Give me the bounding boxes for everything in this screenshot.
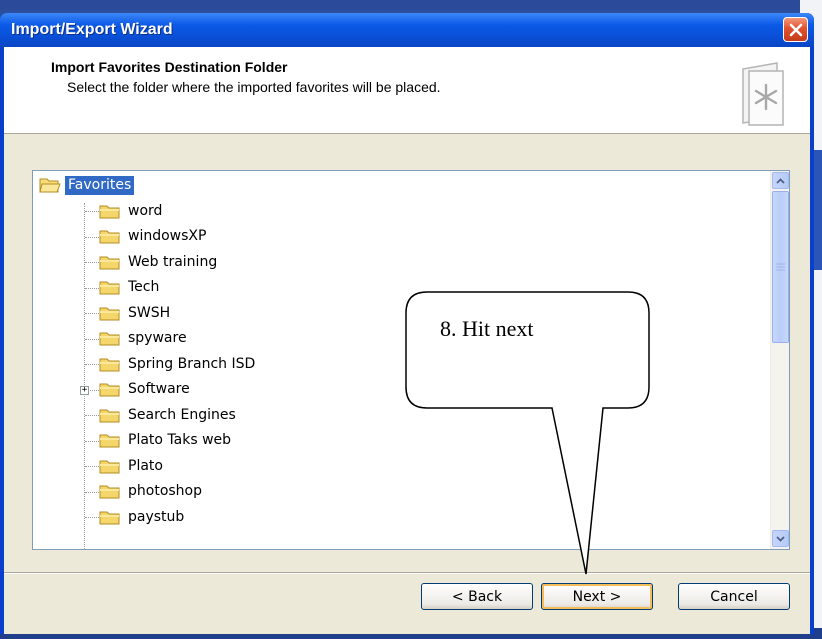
tree-item-label: windowsXP: [128, 228, 207, 244]
vertical-scrollbar[interactable]: [770, 171, 789, 549]
page-subtitle: Select the folder where the imported fav…: [67, 79, 441, 95]
tree-item-label: Spring Branch ISD: [128, 355, 256, 372]
background-window-accent: [814, 150, 822, 270]
chevron-down-icon: [776, 535, 785, 542]
tree-item[interactable]: Software: [99, 379, 193, 401]
grip-icon: [776, 263, 785, 271]
close-button[interactable]: [783, 17, 808, 42]
window-title: Import/Export Wizard: [11, 21, 173, 38]
tree-item-label: photoshop: [128, 483, 202, 499]
tree-item-favorites[interactable]: Favorites: [39, 174, 135, 196]
next-button[interactable]: Next >: [541, 583, 653, 610]
folder-icon: [99, 281, 120, 295]
folder-icon: [99, 485, 120, 499]
title-bar[interactable]: Import/Export Wizard: [0, 13, 814, 47]
tree-item-label: SWSH: [128, 304, 171, 321]
tree-item[interactable]: Tech: [99, 277, 162, 299]
wizard-header: Import Favorites Destination Folder Sele…: [4, 47, 810, 134]
scroll-up-button[interactable]: [772, 172, 789, 189]
tree-item[interactable]: photoshop: [99, 481, 205, 503]
tree-connector: [84, 203, 85, 549]
tree-item[interactable]: Search Engines: [99, 404, 239, 426]
cancel-button[interactable]: Cancel: [678, 583, 790, 610]
tree-item[interactable]: Plato Taks web: [99, 430, 234, 452]
chevron-up-icon: [776, 177, 785, 184]
tree-item[interactable]: Web training: [99, 251, 220, 273]
tree-item-label: Favorites: [65, 175, 135, 195]
tree-item-label: Search Engines: [128, 406, 236, 423]
tree-item-label: Tech: [128, 279, 160, 295]
scroll-thumb[interactable]: [772, 191, 789, 343]
tree-item-label: Plato Taks web: [128, 432, 232, 448]
tree-item-label: spyware: [128, 330, 187, 346]
page-title: Import Favorites Destination Folder: [51, 59, 288, 75]
folder-icon: [99, 434, 120, 448]
tree-item[interactable]: word: [99, 200, 165, 222]
folder-icon: [99, 256, 120, 269]
folder-icon: [99, 358, 120, 371]
tree-list: Favorites word windowsXP Web training Tech S…: [33, 171, 763, 549]
tree-item-label: Plato: [128, 457, 163, 474]
back-button[interactable]: < Back: [421, 583, 533, 610]
tree-item[interactable]: paystub: [99, 506, 187, 528]
annotation-text: 8. Hit next: [440, 316, 534, 341]
folder-icon: [99, 383, 120, 397]
folder-icon: [99, 409, 120, 422]
open-folder-icon: [39, 178, 61, 192]
desktop-top-strip: [0, 0, 822, 10]
favorites-book-icon: [742, 62, 784, 126]
folder-icon: [99, 205, 120, 218]
close-icon: [789, 23, 802, 36]
folder-icon: [99, 307, 120, 320]
tree-item[interactable]: SWSH: [99, 302, 173, 324]
tree-item-label: word: [128, 202, 163, 219]
tree-item-label: Web training: [128, 253, 218, 270]
annotation-callout: [405, 291, 650, 575]
folder-icon: [99, 332, 120, 346]
folder-icon: [99, 230, 120, 244]
expand-toggle-icon[interactable]: +: [80, 385, 89, 395]
tree-item[interactable]: Spring Branch ISD: [99, 353, 258, 375]
tree-item[interactable]: windowsXP: [99, 226, 209, 248]
tree-item-label: paystub: [128, 508, 185, 525]
footer-divider: [4, 572, 810, 574]
folder-icon: [99, 460, 120, 473]
tree-item[interactable]: spyware: [99, 328, 190, 350]
scroll-down-button[interactable]: [772, 530, 789, 547]
tree-item[interactable]: Plato: [99, 455, 166, 477]
tree-item-label: Software: [128, 381, 190, 397]
folder-icon: [99, 511, 120, 524]
